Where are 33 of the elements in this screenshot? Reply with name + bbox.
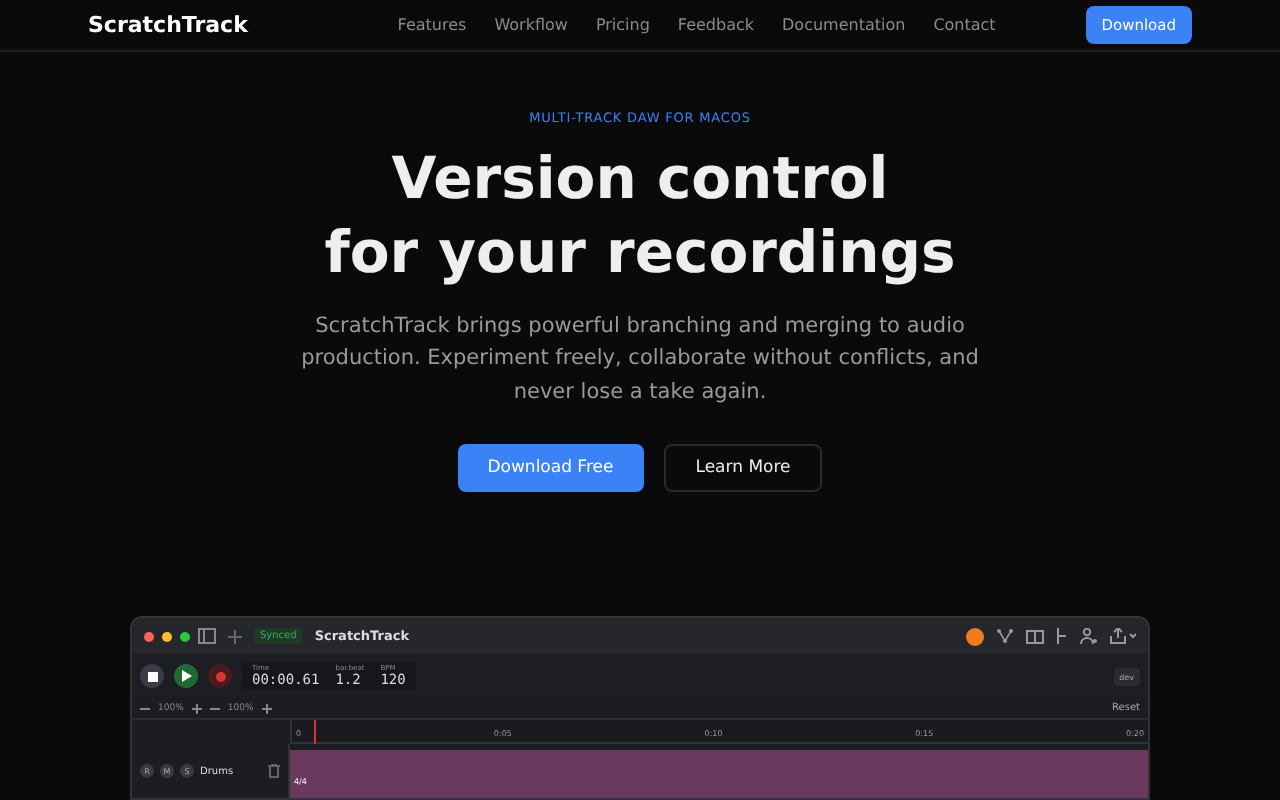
zoom-in-icon[interactable]	[191, 703, 202, 713]
share-icon[interactable]	[1110, 628, 1136, 644]
play-icon	[181, 670, 191, 682]
nav-link[interactable]: Pricing	[595, 15, 650, 34]
user-settings-icon[interactable]	[1080, 628, 1098, 644]
zoom-in-icon[interactable]	[261, 703, 272, 713]
sidebar-icon[interactable]	[198, 628, 216, 644]
stop-button[interactable]	[140, 664, 164, 688]
hero-title: Version control	[391, 141, 889, 215]
nav-link[interactable]: Workflow	[494, 15, 568, 34]
plus-icon[interactable]	[228, 629, 242, 643]
maximize-icon[interactable]	[180, 631, 190, 641]
zoom-out-icon[interactable]	[140, 703, 150, 713]
record-icon	[215, 671, 225, 681]
minimize-icon[interactable]	[162, 631, 172, 641]
brand-logo[interactable]: ScratchTrack	[88, 11, 248, 38]
trash-icon[interactable]	[268, 764, 280, 778]
branch-icon[interactable]	[996, 628, 1014, 644]
zoom-out-icon[interactable]	[209, 703, 220, 713]
download-free-button[interactable]: Download Free	[457, 444, 644, 492]
nav-link[interactable]: Features	[397, 15, 467, 34]
record-button[interactable]	[208, 664, 232, 688]
close-icon[interactable]	[144, 631, 154, 641]
play-button[interactable]	[174, 664, 198, 688]
nav-link[interactable]: Contact	[933, 15, 996, 34]
hero-title: for your recordings	[324, 215, 956, 289]
nav-link[interactable]: Documentation	[782, 15, 906, 34]
hero-description: ScratchTrack brings powerful branching and merging to audio production. Experiment freely, collaborate without conflicts, and never lose a take again.	[300, 311, 980, 407]
split-view-icon[interactable]	[1026, 629, 1044, 643]
stop-icon	[147, 671, 157, 681]
avatar[interactable]	[966, 627, 984, 645]
nav-link[interactable]: Feedback	[677, 15, 755, 34]
learn-more-button[interactable]: Learn More	[663, 444, 823, 492]
